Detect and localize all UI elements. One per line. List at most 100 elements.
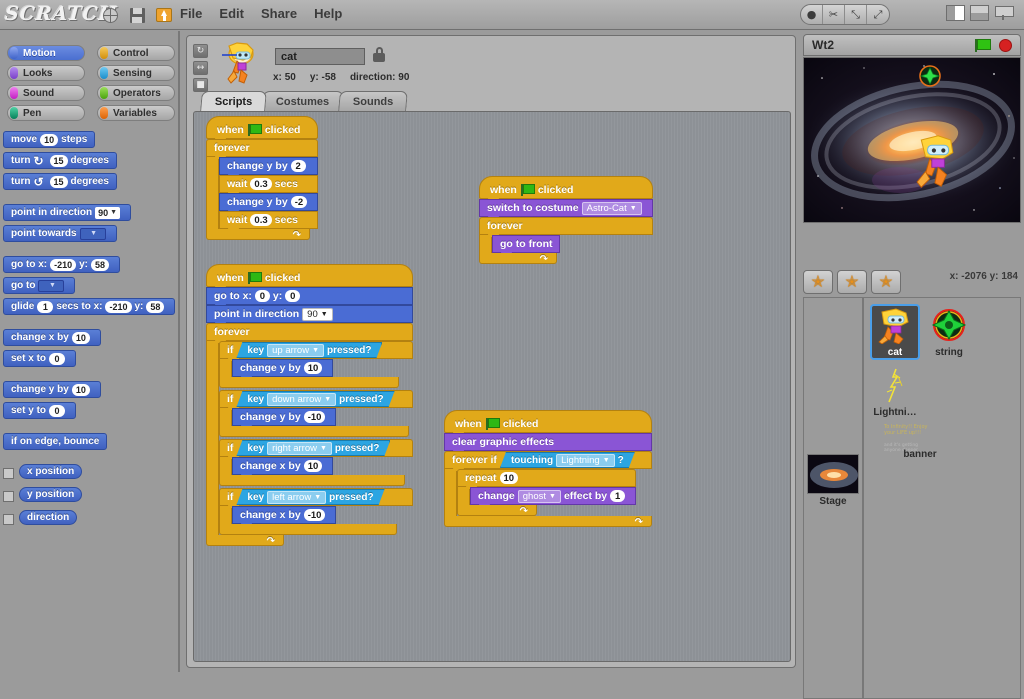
flip-horizontal-icon[interactable]: ↔ bbox=[193, 61, 208, 75]
key-pressed-predicate[interactable]: key left arrow ▼ pressed? bbox=[236, 489, 384, 505]
number-input[interactable]: 15 bbox=[49, 154, 68, 167]
number-input[interactable]: -2 bbox=[290, 196, 308, 208]
category-motion[interactable]: Motion bbox=[7, 45, 85, 61]
number-input[interactable]: 0 bbox=[49, 404, 66, 417]
repeat-count-input[interactable]: 10 bbox=[499, 472, 519, 484]
when-green-flag-clicked-hat[interactable]: when clicked bbox=[206, 264, 413, 289]
x-position-checkbox[interactable] bbox=[3, 468, 14, 479]
effect-dropdown[interactable]: ghost ▼ bbox=[517, 489, 561, 503]
sprite-item-lightning[interactable]: Lightni… bbox=[870, 364, 920, 420]
number-input[interactable]: 10 bbox=[303, 362, 323, 374]
palette-block-move[interactable]: move 10 steps bbox=[3, 131, 96, 148]
go-to-xy-block[interactable]: go to x: 0 y: 0 bbox=[206, 287, 413, 307]
category-pen[interactable]: Pen bbox=[7, 105, 85, 121]
number-input[interactable]: 2 bbox=[290, 160, 306, 172]
menu-edit[interactable]: Edit bbox=[219, 6, 244, 21]
category-sound[interactable]: Sound bbox=[7, 85, 85, 101]
category-variables[interactable]: Variables bbox=[97, 105, 175, 121]
lock-icon[interactable] bbox=[373, 47, 385, 63]
palette-block-go-to[interactable]: go to ▼ bbox=[3, 277, 76, 294]
script-arrowkeys[interactable]: when clicked go to x: 0 y: 0 point in di… bbox=[206, 264, 413, 547]
number-input[interactable]: 10 bbox=[303, 460, 323, 472]
palette-block-point-in-direction[interactable]: point in direction 90 ▼ bbox=[3, 204, 132, 221]
tab-scripts[interactable]: Scripts bbox=[200, 91, 268, 111]
direction-dropdown[interactable]: 90 ▼ bbox=[95, 206, 121, 219]
stage-display[interactable] bbox=[803, 57, 1021, 223]
menu-share[interactable]: Share bbox=[261, 6, 297, 21]
green-flag-icon[interactable] bbox=[975, 39, 991, 52]
no-rotate-icon[interactable]: ■ bbox=[193, 78, 208, 92]
change-y-by-block[interactable]: change y by 2 bbox=[219, 157, 319, 177]
forever-block[interactable]: forever change y by 2 wait 0.3 secs chan… bbox=[206, 139, 319, 241]
go-to-front-block[interactable]: go to front bbox=[492, 235, 561, 255]
shrink-icon[interactable]: ⤢ bbox=[867, 5, 889, 24]
wait-block[interactable]: wait 0.3 secs bbox=[219, 211, 319, 231]
number-input[interactable]: 10 bbox=[71, 383, 90, 396]
new-sprite-random-button[interactable]: ✭ bbox=[871, 270, 901, 294]
change-effect-block[interactable]: change ghost ▼ effect by 1 bbox=[470, 487, 637, 507]
number-input[interactable]: 0.3 bbox=[250, 178, 272, 190]
forever-block[interactable]: forever if key up arrow ▼ pressed? chang… bbox=[206, 323, 413, 547]
grow-icon[interactable]: ⤡ bbox=[845, 5, 867, 24]
category-looks[interactable]: Looks bbox=[7, 65, 85, 81]
if-block-down-arrow[interactable]: if key down arrow ▼ pressed? change y by… bbox=[219, 390, 413, 437]
sprite-item-banner[interactable]: To Infinity!! Enjoy your LIFE up!!! and … bbox=[870, 424, 970, 498]
script-costume[interactable]: when clicked switch to costume Astro-Cat… bbox=[479, 176, 653, 265]
x-input[interactable]: 0 bbox=[254, 290, 270, 302]
change-x-by-block[interactable]: change x by 10 bbox=[232, 457, 334, 477]
repeat-block[interactable]: repeat 10 change ghost ▼ effect by 1 ↷ bbox=[457, 469, 637, 517]
if-block-left-arrow[interactable]: if key left arrow ▼ pressed? change x by… bbox=[219, 488, 413, 535]
save-icon[interactable] bbox=[127, 5, 147, 25]
target-dropdown[interactable]: ▼ bbox=[38, 279, 65, 292]
presentation-icon[interactable] bbox=[994, 5, 1014, 21]
forever-if-block[interactable]: forever if touching Lightning ▼ ? repeat… bbox=[444, 451, 652, 528]
x-input[interactable]: -210 bbox=[105, 300, 132, 313]
category-operators[interactable]: Operators bbox=[97, 85, 175, 101]
change-x-by-block[interactable]: change x by -10 bbox=[232, 506, 337, 526]
forever-block[interactable]: forever go to front ↷ bbox=[479, 217, 653, 265]
wait-block[interactable]: wait 0.3 secs bbox=[219, 175, 319, 195]
change-y-by-block[interactable]: change y by -2 bbox=[219, 193, 319, 213]
number-input[interactable]: 0 bbox=[49, 352, 66, 365]
point-in-direction-block[interactable]: point in direction 90 ▼ bbox=[206, 305, 413, 325]
palette-block-set-y-to[interactable]: set y to 0 bbox=[3, 402, 77, 419]
sprite-name-input[interactable]: cat bbox=[275, 48, 365, 65]
y-input[interactable]: 58 bbox=[91, 258, 110, 271]
palette-reporter-x-position[interactable]: x position bbox=[19, 464, 83, 479]
menu-file[interactable]: File bbox=[180, 6, 202, 21]
direction-checkbox[interactable] bbox=[3, 514, 14, 525]
normal-stage-icon[interactable] bbox=[970, 5, 989, 21]
stop-sign-icon[interactable] bbox=[999, 39, 1012, 52]
stage-thumbnail-cell[interactable]: Stage bbox=[807, 454, 859, 507]
scissors-icon[interactable]: ✂ bbox=[823, 5, 845, 24]
stamp-icon[interactable]: ● bbox=[801, 5, 823, 24]
palette-block-glide[interactable]: glide 1 secs to x: -210 y: 58 bbox=[3, 298, 176, 315]
key-dropdown[interactable]: up arrow ▼ bbox=[267, 344, 324, 357]
key-dropdown[interactable]: down arrow ▼ bbox=[267, 393, 336, 406]
when-green-flag-clicked-hat[interactable]: when clicked bbox=[479, 176, 653, 201]
x-input[interactable]: -210 bbox=[50, 258, 77, 271]
palette-block-if-on-edge-bounce[interactable]: if on edge, bounce bbox=[3, 433, 108, 450]
key-pressed-predicate[interactable]: key down arrow ▼ pressed? bbox=[236, 391, 394, 407]
category-sensing[interactable]: Sensing bbox=[97, 65, 175, 81]
new-sprite-paint-button[interactable]: ✭ bbox=[803, 270, 833, 294]
palette-block-change-x-by[interactable]: change x by 10 bbox=[3, 329, 101, 346]
palette-block-change-y-by[interactable]: change y by 10 bbox=[3, 381, 101, 398]
change-y-by-block[interactable]: change y by 10 bbox=[232, 359, 334, 379]
category-control[interactable]: Control bbox=[97, 45, 175, 61]
palette-block-go-to-xy[interactable]: go to x: -210 y: 58 bbox=[3, 256, 121, 273]
touching-dropdown[interactable]: Lightning ▼ bbox=[556, 454, 615, 467]
switch-to-costume-block[interactable]: switch to costume Astro-Cat ▼ bbox=[479, 199, 653, 219]
y-position-checkbox[interactable] bbox=[3, 491, 14, 502]
number-input[interactable]: 0.3 bbox=[250, 214, 272, 226]
sprite-item-string[interactable]: string bbox=[924, 304, 974, 360]
number-input[interactable]: -10 bbox=[303, 509, 326, 521]
open-folder-icon[interactable] bbox=[154, 5, 174, 25]
tab-costumes[interactable]: Costumes bbox=[261, 91, 345, 111]
small-stage-icon[interactable] bbox=[946, 5, 965, 21]
key-dropdown[interactable]: left arrow ▼ bbox=[267, 491, 326, 504]
number-input[interactable]: 1 bbox=[610, 490, 626, 502]
palette-reporter-y-position[interactable]: y position bbox=[19, 487, 83, 502]
number-input[interactable]: 15 bbox=[49, 175, 68, 188]
touching-predicate[interactable]: touching Lightning ▼ ? bbox=[500, 452, 635, 468]
